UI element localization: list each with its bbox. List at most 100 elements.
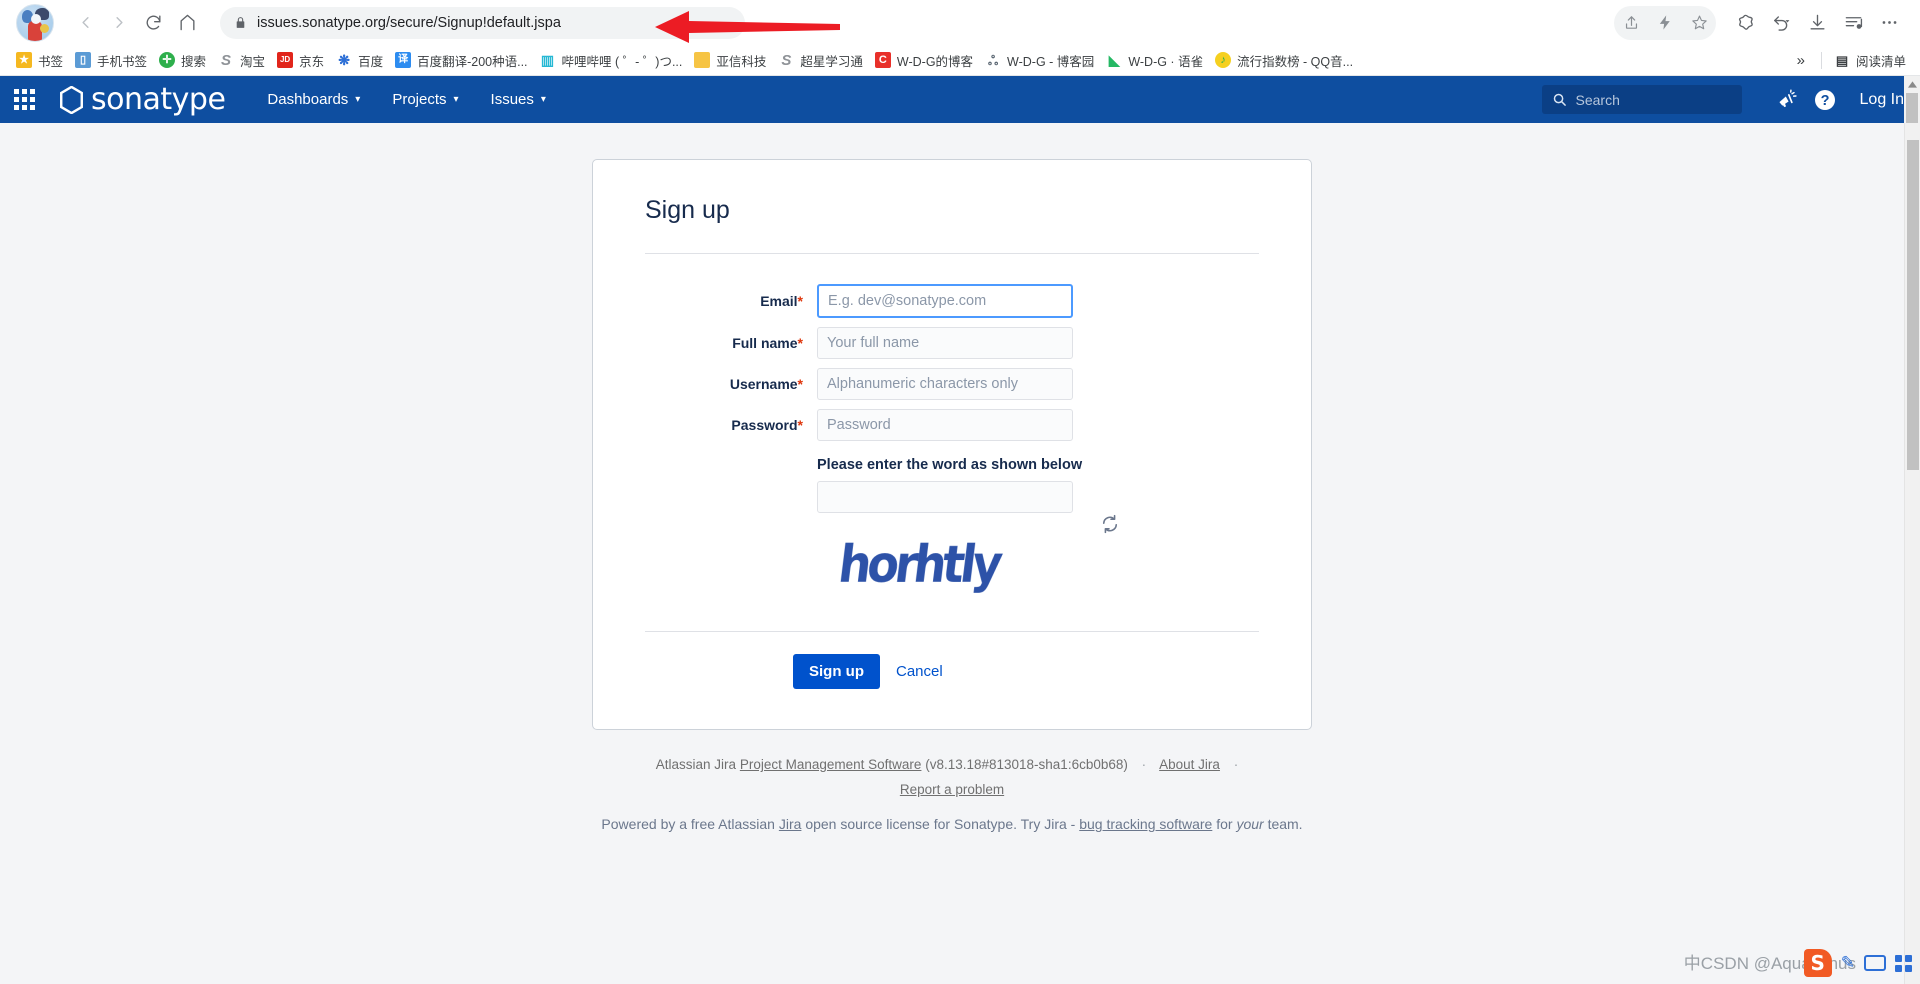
bookmark-item[interactable]: S 淘宝 [212,48,271,72]
footer-version: (v8.13.18#813018-sha1:6cb0b68) [925,757,1128,772]
search-input[interactable]: Search [1541,85,1742,114]
history-back-icon[interactable] [1764,6,1798,40]
footer-line-2: Report a problem [0,777,1904,802]
profile-avatar[interactable] [16,3,54,42]
flash-icon[interactable] [1648,6,1682,40]
bookmark-item[interactable]: JD 京东 [271,48,330,72]
ime-pen-icon[interactable]: ✎ [1841,953,1855,973]
password-field[interactable] [817,409,1073,441]
share-icon[interactable] [1614,6,1648,40]
captcha-image: horhtly [817,533,1073,595]
app-switcher-icon[interactable] [14,89,35,110]
downloads-icon[interactable] [1800,6,1834,40]
refresh-icon[interactable] [1099,513,1121,535]
yuque-icon: ◣ [1108,52,1120,68]
footer-dot: · [1141,757,1147,772]
jira-link[interactable]: Jira [779,816,802,832]
chevron-down-icon: ▾ [453,93,459,105]
bookmark-item[interactable]: ▯ 手机书签 [69,48,153,72]
nav-item-label: Projects [392,91,447,108]
nav-item-issues[interactable]: Issues ▾ [487,85,550,114]
bookmark-item[interactable]: ❋ 百度 [330,48,389,72]
nav-item-projects[interactable]: Projects ▾ [388,85,462,114]
address-bar[interactable]: issues.sonatype.org/secure/Signup!defaul… [220,6,745,39]
signup-button[interactable]: Sign up [793,654,880,689]
bookmark-label: 百度 [358,54,384,69]
scrollbar-thumb[interactable] [1907,140,1919,470]
captcha-block: Please enter the word as shown below hor… [817,457,1118,595]
form-row-username: Username* [645,368,1259,400]
bookmark-item[interactable]: 译百度翻译-200种语... [389,48,533,72]
bookmark-item[interactable]: ஃ W-D-G - 博客园 [979,48,1100,72]
bookmark-label: 书签 [38,54,64,69]
license-mid: open source license for Sonatype. Try Ji… [805,816,1076,832]
ime-keyboard-icon[interactable] [1864,955,1886,971]
page-title: Sign up [645,196,730,224]
help-icon[interactable]: ? [1806,81,1844,119]
bookmark-item[interactable]: ♪ 流行指数榜 - QQ音... [1209,48,1359,72]
about-jira-link[interactable]: About Jira [1159,757,1220,772]
sonatype-navbar: sonatype Dashboards ▾ Projects ▾ Issues … [0,76,1920,123]
bug-tracking-software-link[interactable]: bug tracking software [1079,816,1212,832]
toolbar-pill-group [1614,5,1716,40]
megaphone-icon[interactable] [1768,81,1806,119]
svg-text:?: ? [1820,93,1829,109]
form-row-email: Email* [645,284,1259,318]
browser-toolbar: issues.sonatype.org/secure/Signup!defaul… [0,0,1920,45]
home-button[interactable] [170,6,204,40]
username-field[interactable] [817,368,1073,400]
bookmarks-overflow-button[interactable]: » [1787,52,1815,69]
scrollbar-thumb[interactable] [1906,93,1918,123]
sonatype-logo[interactable]: sonatype [59,82,226,117]
required-marker: * [797,417,803,433]
fullname-label: Full name* [645,335,817,351]
nav-item-label: Issues [490,91,534,108]
qqmusic-icon: ♪ [1215,52,1232,68]
cnblogs-icon: ஃ [987,52,999,68]
login-link[interactable]: Log In [1860,91,1904,109]
bookmark-item[interactable]: ▥ 哔哩哔哩 ( ゜- ゜)つ... [534,48,689,72]
taobao-icon: S [221,51,232,69]
more-menu-icon[interactable] [1872,6,1906,40]
collections-icon[interactable] [1728,6,1762,40]
sonatype-wordmark: sonatype [91,82,226,117]
bookmark-item[interactable]: 亚信科技 [688,48,772,72]
toolbar-right-group [1614,5,1910,40]
reading-list-icon[interactable] [1836,6,1870,40]
bookmarks-bar: ★ 书签 ▯ 手机书签 ✛ 搜索 S 淘宝 JD 京东 ❋ 百度 译百度翻译-200种语..… [0,45,1920,76]
bilibili-icon: ▥ [540,52,555,68]
scroll-up-arrow-icon[interactable] [1904,76,1920,93]
search-placeholder: Search [1575,91,1620,108]
forward-button[interactable] [102,6,136,40]
project-management-software-link[interactable]: Project Management Software [740,757,922,772]
bookmark-item[interactable]: C W-D-G的博客 [869,48,979,72]
bookmark-item[interactable]: ◣ W-D-G · 语雀 [1100,48,1209,72]
bookmark-label: W-D-G · 语雀 [1128,54,1204,69]
fullname-field[interactable] [817,327,1073,359]
bookmark-star-icon[interactable] [1682,6,1716,40]
bookmark-item[interactable]: ★ 书签 [10,48,69,72]
bookmark-item[interactable]: ✛ 搜索 [153,48,212,72]
page-scrollbar[interactable] [1904,123,1920,984]
sogou-icon[interactable]: S [1803,949,1832,977]
bookmark-item[interactable]: S 超星学习通 [772,48,869,72]
license-for: for [1216,816,1233,832]
ime-menu-icon[interactable] [1895,954,1912,972]
email-field[interactable] [817,284,1073,318]
lock-icon [234,16,247,29]
nav-item-dashboards[interactable]: Dashboards ▾ [263,85,364,114]
reading-list-button[interactable]: ▤ 阅读清单 [1828,48,1912,72]
captcha-input[interactable] [817,481,1073,513]
signup-card: Sign up Email* Full name* Username* [592,159,1312,730]
cancel-link[interactable]: Cancel [896,663,943,680]
label-text: Full name [732,335,798,351]
report-problem-link[interactable]: Report a problem [900,782,1004,797]
chevron-down-icon: ▾ [355,93,361,105]
scrollbar-top-cap[interactable] [1904,76,1920,123]
license-suffix: team. [1267,816,1303,832]
star-icon: ★ [16,52,32,68]
license-your: your [1236,816,1264,832]
reload-button[interactable] [136,6,170,40]
baidu-icon: ❋ [338,52,350,68]
back-button[interactable] [68,6,102,40]
